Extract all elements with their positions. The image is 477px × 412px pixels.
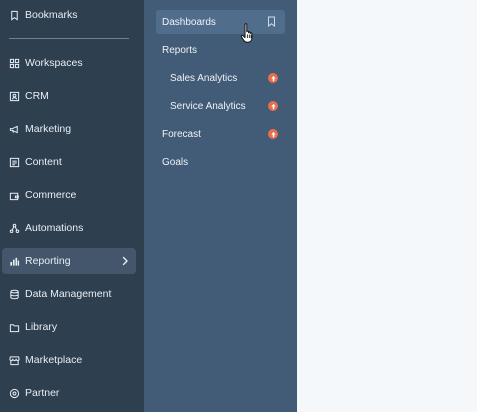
sidebar-item-workspaces[interactable]: Workspaces [2, 50, 136, 76]
sidebar-item-library[interactable]: Library [2, 314, 136, 340]
app-root: Bookmarks Workspaces CRM Marketing Conte… [0, 0, 477, 412]
sidebar-item-marketplace[interactable]: Marketplace [2, 347, 136, 373]
sidebar-item-automations[interactable]: Automations [2, 215, 136, 241]
chevron-right-icon [122, 256, 128, 266]
flyout-item-goals[interactable]: Goals [156, 150, 285, 174]
sidebar-item-label: CRM [25, 90, 49, 102]
sidebar-divider [9, 38, 129, 39]
sidebar-item-label: Automations [25, 222, 84, 234]
primary-sidebar: Bookmarks Workspaces CRM Marketing Conte… [0, 0, 144, 412]
upgrade-badge-icon [268, 129, 278, 139]
sidebar-item-label: Data Management [25, 288, 112, 300]
sidebar-item-crm[interactable]: CRM [2, 83, 136, 109]
flyout-item-reports[interactable]: Reports [156, 38, 285, 62]
sidebar-item-label: Commerce [25, 189, 77, 201]
sidebar-item-marketing[interactable]: Marketing [2, 116, 136, 142]
flyout-item-label: Reports [162, 44, 198, 56]
flyout-item-label: Dashboards [162, 16, 216, 28]
sidebar-item-label: Reporting [25, 255, 71, 267]
flyout-item-label: Forecast [162, 128, 201, 140]
flyout-item-forecast[interactable]: Forecast [156, 122, 285, 146]
database-icon [9, 289, 20, 300]
flyout-item-service-analytics[interactable]: Service Analytics [156, 94, 285, 118]
contacts-icon [9, 91, 20, 102]
folder-icon [9, 322, 20, 333]
megaphone-icon [9, 124, 20, 135]
sidebar-item-reporting[interactable]: Reporting [2, 248, 136, 274]
bookmark-icon[interactable] [267, 16, 276, 27]
sidebar-item-label: Partner [25, 387, 60, 399]
sidebar-item-label: Library [25, 321, 58, 333]
main-content-area [297, 0, 477, 412]
sidebar-item-label: Bookmarks [25, 9, 78, 21]
flyout-item-dashboards[interactable]: Dashboards [156, 10, 285, 34]
content-icon [9, 157, 20, 168]
bookmark-icon [9, 10, 20, 21]
network-icon [9, 223, 20, 234]
sidebar-item-commerce[interactable]: Commerce [2, 182, 136, 208]
sidebar-item-label: Content [25, 156, 62, 168]
store-icon [9, 355, 20, 366]
sidebar-item-data-management[interactable]: Data Management [2, 281, 136, 307]
flyout-item-label: Sales Analytics [170, 72, 238, 84]
sidebar-item-label: Marketing [25, 123, 72, 135]
sidebar-item-label: Marketplace [25, 354, 83, 366]
sidebar-item-label: Workspaces [25, 57, 83, 69]
flyout-item-sales-analytics[interactable]: Sales Analytics [156, 66, 285, 90]
wallet-icon [9, 190, 20, 201]
reporting-flyout-menu: Dashboards Reports Sales Analytics Servi… [144, 0, 297, 412]
grid-icon [9, 58, 20, 69]
flyout-item-label: Goals [162, 156, 189, 168]
flyout-item-label: Service Analytics [170, 100, 246, 112]
sidebar-item-bookmarks[interactable]: Bookmarks [2, 2, 136, 28]
chart-icon [9, 256, 20, 267]
upgrade-badge-icon [268, 73, 278, 83]
sidebar-item-content[interactable]: Content [2, 149, 136, 175]
partner-icon [9, 388, 20, 399]
upgrade-badge-icon [268, 101, 278, 111]
sidebar-item-partner[interactable]: Partner [2, 380, 136, 406]
